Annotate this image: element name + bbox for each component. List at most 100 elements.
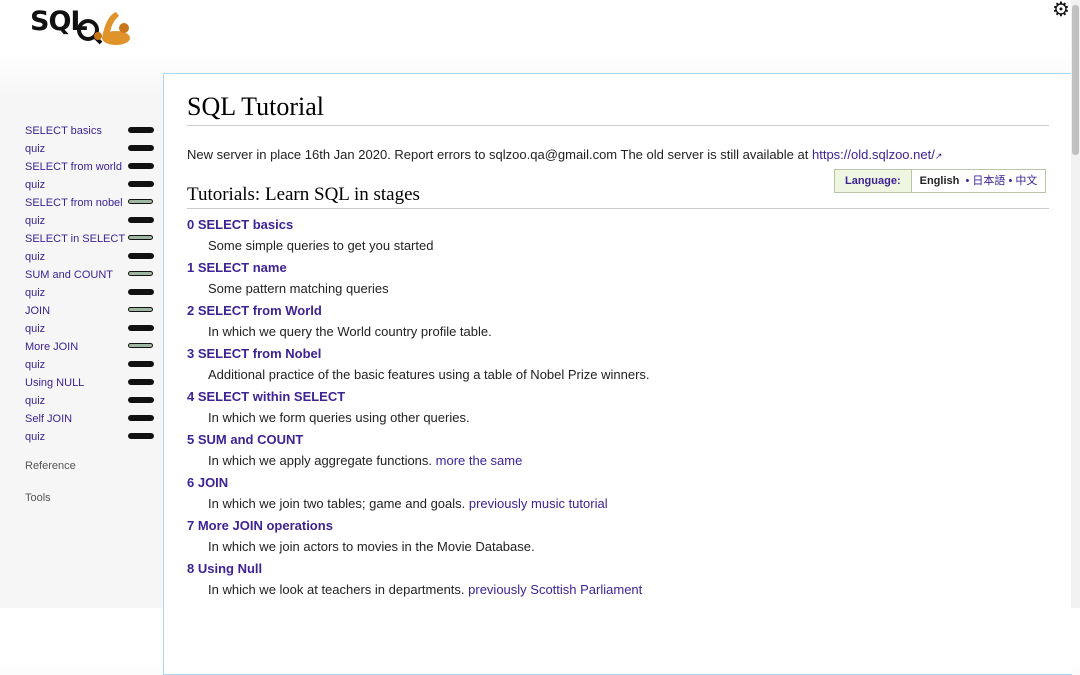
progress-indicator: [128, 415, 154, 421]
sidebar: SELECT basics quiz SELECT from world quiz SE…: [25, 122, 160, 446]
scrollbar-thumb[interactable]: [1072, 5, 1079, 155]
tutorial-description: In which we look at teachers in departme…: [187, 579, 1047, 601]
sidebar-item[interactable]: quiz: [25, 392, 160, 410]
sidebar-item[interactable]: Using NULL: [25, 374, 160, 392]
external-link-icon: ↗: [934, 151, 943, 161]
sidebar-item[interactable]: quiz: [25, 140, 160, 158]
sidebar-tools[interactable]: Tools: [25, 492, 51, 504]
sidebar-item-label[interactable]: SUM and COUNT: [25, 269, 113, 281]
sidebar-item-label[interactable]: More JOIN: [25, 341, 78, 353]
sidebar-item-label[interactable]: SELECT in SELECT: [25, 233, 125, 245]
sidebar-item-label[interactable]: SELECT basics: [25, 125, 102, 137]
tutorial-item: 7 More JOIN operations In which we join a…: [187, 515, 1047, 558]
tutorial-link[interactable]: 4 SELECT within SELECT: [187, 386, 1047, 407]
progress-indicator: [128, 253, 154, 259]
tutorial-item: 5 SUM and COUNT In which we apply aggrega…: [187, 429, 1047, 472]
sidebar-item[interactable]: More JOIN: [25, 338, 160, 356]
tutorial-description: In which we join actors to movies in the…: [187, 536, 1047, 558]
sidebar-item[interactable]: quiz: [25, 428, 160, 446]
old-server-link[interactable]: https://old.sqlzoo.net/: [812, 147, 935, 162]
tutorial-description-text: In which we join two tables; game and go…: [208, 496, 469, 511]
server-notice: New server in place 16th Jan 2020. Repor…: [187, 147, 942, 162]
tutorial-link[interactable]: 2 SELECT from World: [187, 300, 1047, 321]
sidebar-item[interactable]: SELECT basics: [25, 122, 160, 140]
sidebar-item-label[interactable]: SELECT from world: [25, 161, 122, 173]
tutorials-heading: Tutorials: Learn SQL in stages: [187, 184, 1049, 209]
sidebar-item-label[interactable]: Using NULL: [25, 377, 84, 389]
sidebar-item-label[interactable]: quiz: [25, 215, 45, 227]
tutorial-description-text: In which we query the World country prof…: [208, 324, 492, 339]
sidebar-item[interactable]: quiz: [25, 212, 160, 230]
tutorial-description: Some simple queries to get you started: [187, 235, 1047, 257]
sidebar-item[interactable]: quiz: [25, 176, 160, 194]
tutorial-extra-link[interactable]: more the same: [436, 453, 523, 468]
tutorial-link[interactable]: 8 Using Null: [187, 558, 1047, 579]
progress-indicator: [128, 181, 154, 187]
notice-text: New server in place 16th Jan 2020. Repor…: [187, 147, 812, 162]
tutorial-description-text: Some simple queries to get you started: [208, 238, 434, 253]
progress-indicator: [128, 433, 154, 439]
sidebar-item[interactable]: SELECT from nobel: [25, 194, 160, 212]
tutorial-description-text: In which we join actors to movies in the…: [208, 539, 535, 554]
tutorial-link[interactable]: 0 SELECT basics: [187, 214, 1047, 235]
tutorial-item: 1 SELECT name Some pattern matching queri…: [187, 257, 1047, 300]
sidebar-item-label[interactable]: SELECT from nobel: [25, 197, 123, 209]
sidebar-item-label[interactable]: quiz: [25, 251, 45, 263]
tutorial-link[interactable]: 5 SUM and COUNT: [187, 429, 1047, 450]
sidebar-item-label[interactable]: quiz: [25, 143, 45, 155]
tutorial-link[interactable]: 3 SELECT from Nobel: [187, 343, 1047, 364]
sidebar-item-label[interactable]: quiz: [25, 287, 45, 299]
gear-icon[interactable]: ⚙: [1052, 0, 1070, 20]
sidebar-item-label[interactable]: Self JOIN: [25, 413, 72, 425]
tutorial-link[interactable]: 6 JOIN: [187, 472, 1047, 493]
progress-indicator: [128, 306, 153, 312]
tutorial-item: 8 Using Null In which we look at teachers…: [187, 558, 1047, 601]
sidebar-item[interactable]: quiz: [25, 248, 160, 266]
sidebar-item[interactable]: SUM and COUNT: [25, 266, 160, 284]
page-title: SQL Tutorial: [187, 92, 1049, 126]
zoo-animals-icon: [77, 12, 130, 45]
tutorial-description: In which we join two tables; game and go…: [187, 493, 1047, 515]
tutorial-description-text: Additional practice of the basic feature…: [208, 367, 650, 382]
tutorial-description: In which we form queries using other que…: [187, 407, 1047, 429]
tutorial-description: In which we apply aggregate functions. m…: [187, 450, 1047, 472]
progress-indicator: [128, 270, 153, 276]
progress-indicator: [128, 379, 154, 385]
tutorial-extra-link[interactable]: previously Scottish Parliament: [468, 582, 642, 597]
sidebar-item-label[interactable]: quiz: [25, 179, 45, 191]
tutorial-link[interactable]: 7 More JOIN operations: [187, 515, 1047, 536]
tutorial-description-text: Some pattern matching queries: [208, 281, 389, 296]
progress-indicator: [128, 397, 154, 403]
tutorial-description: Some pattern matching queries: [187, 278, 1047, 300]
sidebar-item[interactable]: quiz: [25, 284, 160, 302]
sidebar-item[interactable]: Self JOIN: [25, 410, 160, 428]
progress-indicator: [128, 145, 154, 151]
sidebar-reference[interactable]: Reference: [25, 460, 76, 472]
scrollbar[interactable]: [1071, 0, 1080, 608]
progress-indicator: [128, 361, 154, 367]
main-content: SQL Tutorial New server in place 16th Ja…: [163, 73, 1072, 675]
sidebar-item[interactable]: SELECT from world: [25, 158, 160, 176]
tutorial-description: In which we query the World country prof…: [187, 321, 1047, 343]
sidebar-item[interactable]: SELECT in SELECT: [25, 230, 160, 248]
progress-indicator: [128, 342, 153, 348]
tutorial-link[interactable]: 1 SELECT name: [187, 257, 1047, 278]
sidebar-item[interactable]: quiz: [25, 356, 160, 374]
progress-indicator: [128, 234, 153, 240]
sidebar-item-label[interactable]: quiz: [25, 431, 45, 443]
tutorial-description-text: In which we look at teachers in departme…: [208, 582, 469, 597]
sidebar-item-label[interactable]: quiz: [25, 359, 45, 371]
tutorial-description-text: In which we apply aggregate functions.: [208, 453, 436, 468]
sidebar-item-label[interactable]: quiz: [25, 395, 45, 407]
tutorial-item: 3 SELECT from Nobel Additional practice o…: [187, 343, 1047, 386]
sidebar-item[interactable]: JOIN: [25, 302, 160, 320]
sqlzoo-logo[interactable]: SQL: [30, 6, 135, 46]
sidebar-item-label[interactable]: JOIN: [25, 305, 50, 317]
sidebar-item[interactable]: quiz: [25, 320, 160, 338]
tutorial-extra-link[interactable]: previously music tutorial: [469, 496, 608, 511]
tutorial-item: 0 SELECT basics Some simple queries to ge…: [187, 214, 1047, 257]
tutorial-description: Additional practice of the basic feature…: [187, 364, 1047, 386]
tutorial-item: 6 JOIN In which we join two tables; game …: [187, 472, 1047, 515]
progress-indicator: [128, 163, 154, 169]
sidebar-item-label[interactable]: quiz: [25, 323, 45, 335]
